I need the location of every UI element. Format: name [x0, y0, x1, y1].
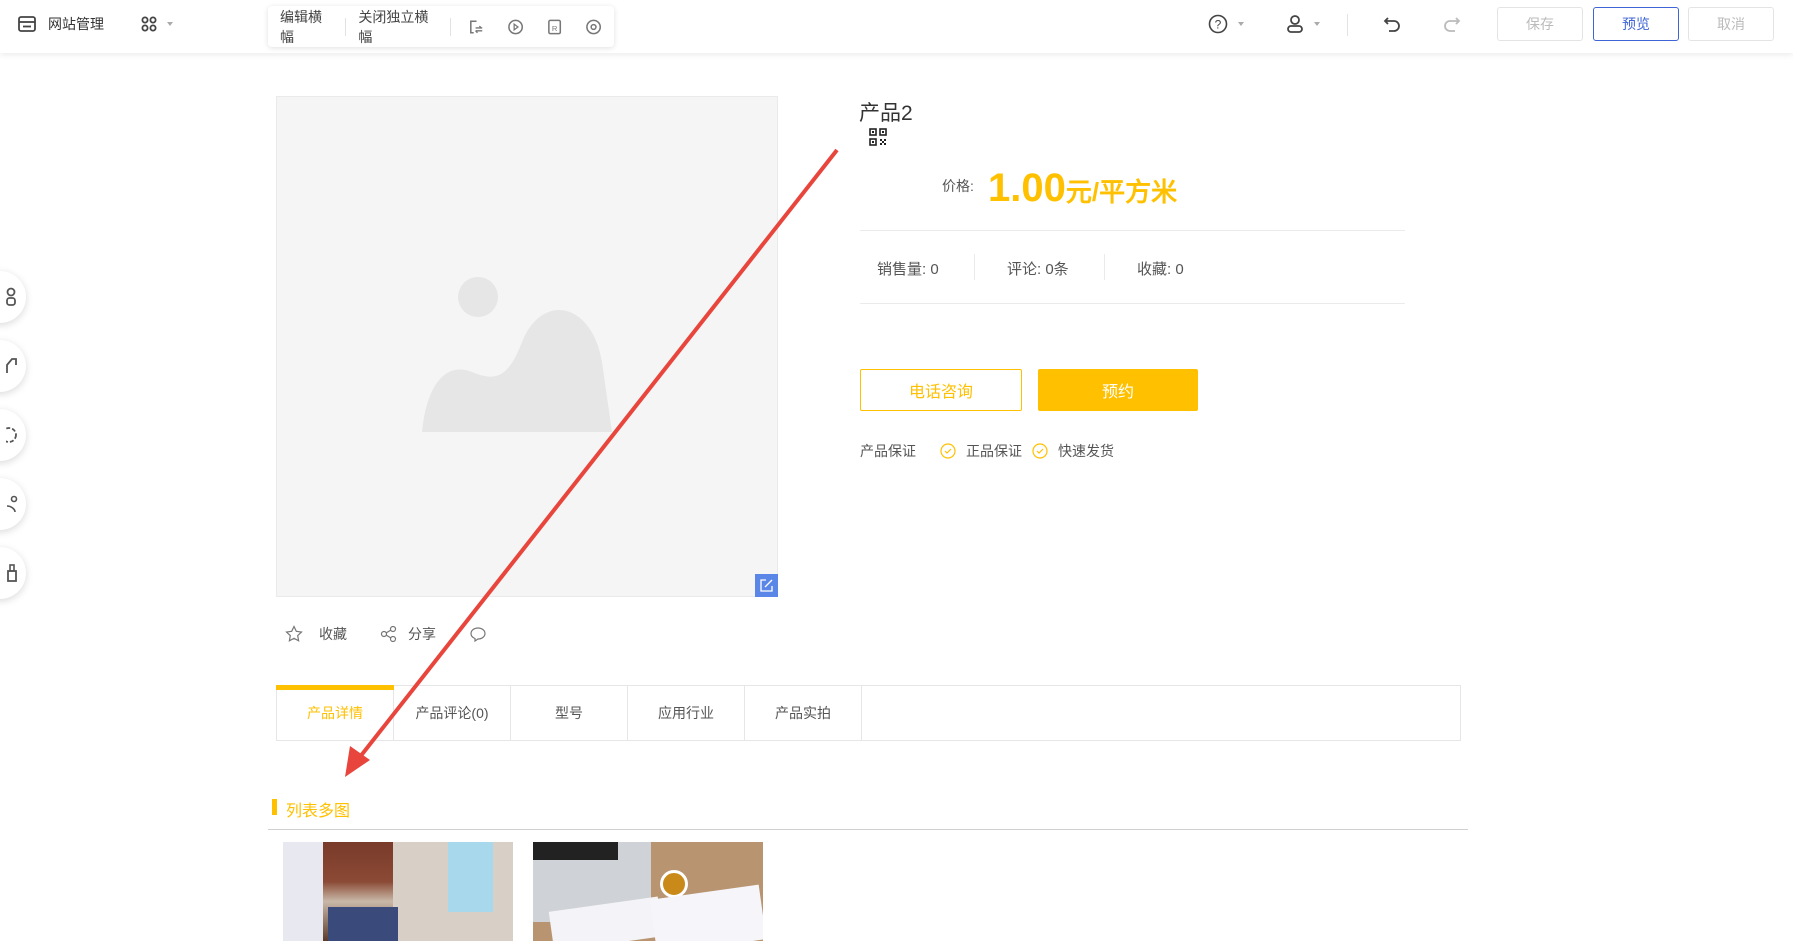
gear-icon — [6, 427, 17, 443]
stat-label: 销售量: — [877, 261, 927, 278]
keyboard-shape — [533, 842, 618, 860]
laptop-screen-shape — [283, 842, 323, 941]
apps-grid-icon — [141, 16, 157, 32]
favorite-label: 收藏 — [319, 626, 347, 642]
guarantee-item: 快速发货 — [1058, 443, 1114, 459]
gallery-image-laptop-desk[interactable] — [533, 842, 763, 941]
top-toolbar: 网站管理 编辑横幅 关闭独立横幅 R ? 保存 预览 取消 — [0, 0, 1793, 53]
guarantee-label: 产品保证 — [860, 443, 916, 459]
sales-stat: 销售量: 0 — [877, 258, 939, 279]
coffee-cup-shape — [660, 870, 688, 898]
price-unit: 元/平方米 — [1065, 177, 1178, 207]
shirt-icon — [6, 358, 17, 373]
keyboard-shape — [328, 907, 398, 941]
favorites-stat: 收藏: 0 — [1137, 258, 1184, 279]
price-label: 价格: — [942, 178, 974, 194]
chevron-down-icon — [167, 22, 173, 26]
shirt-shape — [448, 842, 493, 912]
divider — [1347, 14, 1348, 36]
comment-icon[interactable] — [469, 626, 487, 643]
divider — [268, 829, 1468, 830]
edit-image-button[interactable] — [755, 574, 778, 597]
browser-window-icon — [18, 16, 36, 32]
qr-code-icon[interactable] — [869, 128, 887, 146]
product-title: 产品2 — [859, 102, 913, 125]
eye-icon[interactable] — [585, 18, 602, 36]
edit-banner-button[interactable]: 编辑横幅 — [280, 7, 333, 47]
site-manage-button[interactable]: 网站管理 — [18, 14, 104, 34]
annotation-arrow — [345, 148, 839, 777]
comments-stat: 评论: 0条 — [1007, 258, 1069, 279]
help-menu-button[interactable]: ? — [1208, 14, 1244, 34]
share-label: 分享 — [408, 626, 436, 642]
palette-icon — [6, 495, 18, 513]
star-icon — [285, 625, 303, 642]
modules-icon — [6, 287, 16, 306]
stat-value: 0条 — [1045, 261, 1069, 278]
tab-model[interactable]: 型号 — [511, 686, 628, 740]
gallery-image-laptop-typing[interactable] — [283, 842, 513, 941]
play-circle-icon[interactable] — [507, 18, 524, 36]
stat-value: 0 — [1175, 261, 1184, 278]
chevron-down-icon — [1314, 22, 1320, 26]
edit-icon — [760, 579, 773, 592]
divider — [974, 254, 975, 280]
stat-label: 评论: — [1007, 261, 1042, 278]
stat-value: 0 — [930, 261, 939, 278]
divider — [860, 303, 1405, 304]
divider — [450, 17, 452, 36]
book-button[interactable]: 预约 — [1038, 369, 1198, 411]
help-circle-icon: ? — [1208, 14, 1228, 34]
tab-product-photos[interactable]: 产品实拍 — [745, 686, 862, 740]
tab-product-details[interactable]: 产品详情 — [276, 685, 394, 740]
brush-icon — [7, 564, 17, 582]
divider — [860, 230, 1405, 231]
divider — [1104, 254, 1105, 280]
phone-consult-button[interactable]: 电话咨询 — [860, 369, 1022, 411]
guarantee-item: 正品保证 — [966, 443, 1022, 459]
product-tabs: 产品详情 产品评论(0) 型号 应用行业 产品实拍 — [276, 685, 1461, 741]
product-image-placeholder — [276, 96, 778, 597]
share-button[interactable]: 分享 — [380, 624, 436, 644]
divider — [345, 17, 347, 36]
tab-industry[interactable]: 应用行业 — [628, 686, 745, 740]
stat-label: 收藏: — [1137, 261, 1172, 278]
clean-tool-button[interactable] — [0, 547, 26, 599]
site-manage-label: 网站管理 — [48, 16, 104, 32]
banner-toolbar: 编辑横幅 关闭独立横幅 R — [268, 6, 614, 47]
chevron-down-icon — [1238, 22, 1244, 26]
theme-tool-button[interactable] — [0, 340, 26, 392]
svg-text:R: R — [552, 23, 558, 32]
guarantee-row: 产品保证 正品保证 快速发货 — [860, 441, 1114, 461]
undo-icon[interactable] — [1382, 14, 1402, 34]
check-circle-icon — [940, 443, 956, 459]
price-value: 1.00 — [988, 166, 1066, 210]
r-box-icon[interactable]: R — [546, 18, 563, 36]
svg-text:?: ? — [1215, 18, 1222, 32]
share-icon — [380, 625, 397, 643]
close-banner-button[interactable]: 关闭独立横幅 — [358, 7, 438, 47]
redo-icon[interactable] — [1442, 14, 1462, 34]
favorite-button[interactable]: 收藏 — [285, 624, 347, 644]
style-tool-button[interactable] — [0, 478, 26, 530]
tab-product-reviews[interactable]: 产品评论(0) — [394, 686, 511, 740]
settings-tool-button[interactable] — [0, 409, 26, 461]
section-title: 列表多图 — [286, 803, 351, 820]
module-tool-button[interactable] — [0, 271, 26, 323]
image-placeholder-icon — [422, 277, 612, 432]
switch-layout-icon[interactable] — [467, 18, 484, 36]
section-marker — [272, 799, 277, 815]
price-display: 1.00元/平方米 — [988, 166, 1177, 211]
save-button[interactable]: 保存 — [1497, 7, 1583, 41]
cancel-button[interactable]: 取消 — [1688, 7, 1774, 41]
preview-button[interactable]: 预览 — [1593, 7, 1679, 41]
user-icon — [1287, 15, 1303, 33]
user-menu-button[interactable] — [1286, 14, 1320, 34]
check-circle-icon — [1032, 443, 1048, 459]
apps-menu-button[interactable] — [141, 16, 173, 32]
